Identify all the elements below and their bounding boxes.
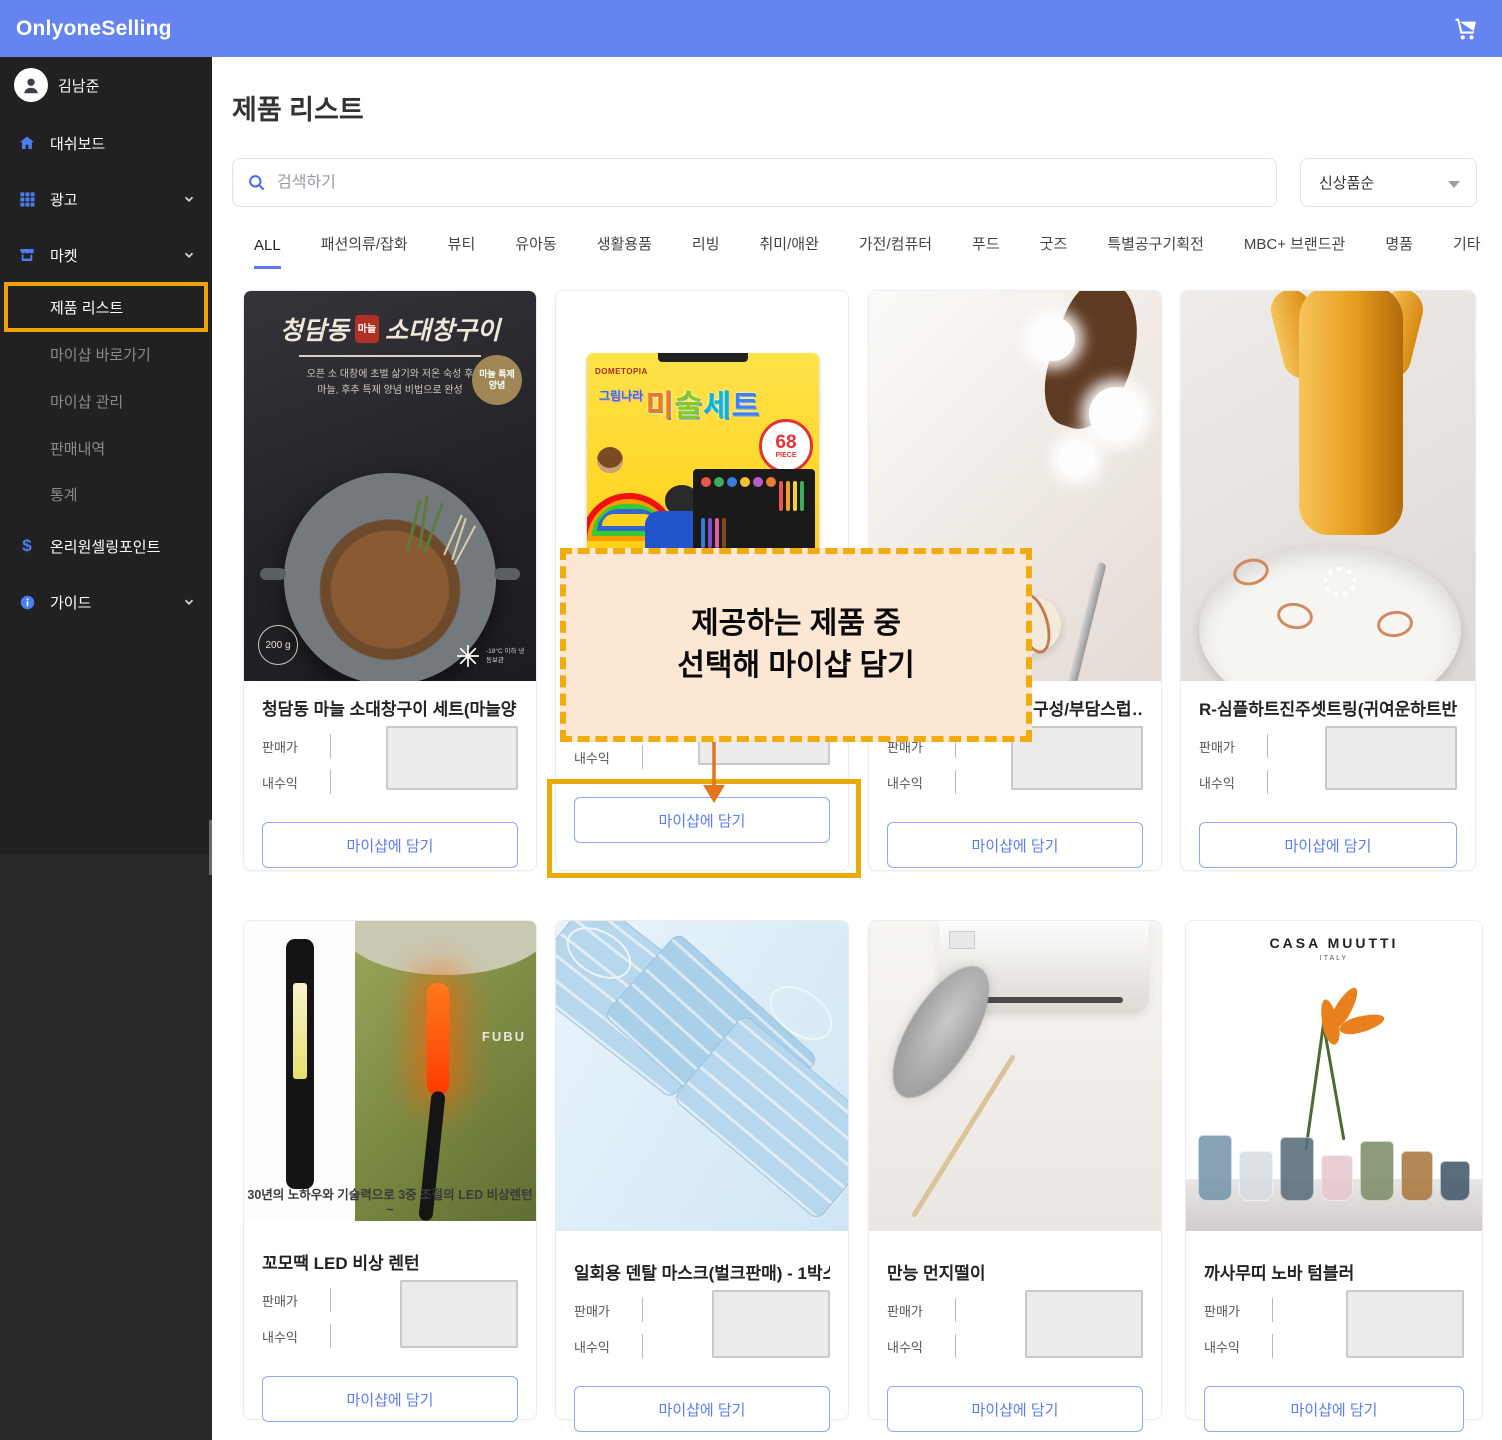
annotation-line: 제공하는 제품 중	[691, 603, 901, 645]
tab-electronics[interactable]: 가전/컴퓨터	[859, 233, 932, 269]
tab-luxury[interactable]: 명품	[1385, 233, 1413, 269]
tab-daily-goods[interactable]: 생활용품	[597, 233, 652, 269]
sidebar: 김남준 대쉬보드 광고 마켓 제품 리스트 마이샵 바로가기 마이샵 관리 판매…	[0, 57, 212, 1440]
price-block: 판매가 내수익	[262, 732, 518, 808]
sidebar-item-stats[interactable]: 통계	[0, 479, 212, 509]
tab-special-deal[interactable]: 특별공구기획전	[1107, 233, 1204, 269]
tab-all[interactable]: ALL	[254, 237, 281, 269]
chevron-down-icon	[182, 192, 196, 206]
product-image	[869, 921, 1161, 1231]
product-card: R-심플하트진주셋트링(귀여운하트반… 판매가 내수익 마이샵에 담기	[1180, 290, 1476, 871]
app-root: OnlyoneSelling 김남준 대쉬보드 광고 마켓	[0, 0, 1502, 1440]
home-icon	[18, 134, 36, 152]
dollar-icon: $	[18, 537, 36, 555]
product-card: CASA MUUTTI ITALY 까사무띠 노바 텀블러 판매가 내수	[1185, 920, 1483, 1420]
sidebar-item-points[interactable]: $ 온리원셀링포인트	[0, 531, 212, 561]
price-block: 판매가 내수익	[1204, 1296, 1464, 1372]
info-icon	[18, 593, 36, 611]
add-to-myshop-button[interactable]: 마이샵에 담기	[574, 1386, 830, 1432]
add-to-myshop-button[interactable]: 마이샵에 담기	[262, 1376, 518, 1422]
product-card: FUBU 30년의 노하우와 기술력으로 3중 조절의 LED 비상렌턴~ 꼬모…	[243, 920, 537, 1420]
chevron-down-icon	[182, 595, 196, 609]
annotation-callout: 제공하는 제품 중 선택해 마이샵 담기	[560, 548, 1032, 742]
price-block: 판매가 내수익	[262, 1286, 518, 1362]
sidebar-item-myshop-manage[interactable]: 마이샵 관리	[0, 386, 212, 416]
chevron-down-icon	[182, 248, 196, 262]
snowflake-icon	[455, 643, 481, 669]
product-image: FUBU 30년의 노하우와 기술력으로 3중 조절의 LED 비상렌턴~	[244, 921, 536, 1221]
product-title: 청담동 마늘 소대창구이 세트(마늘양…	[262, 695, 518, 720]
add-to-myshop-button[interactable]: 마이샵에 담기	[1199, 822, 1457, 868]
sidebar-item-ads[interactable]: 광고	[0, 184, 212, 214]
price-block: 판매가 내수익	[1199, 732, 1457, 808]
product-title: R-심플하트진주셋트링(귀여운하트반…	[1199, 695, 1457, 720]
redacted-price	[1346, 1290, 1464, 1358]
price-block: 판매가 내수익	[887, 1296, 1143, 1372]
sidebar-item-guide[interactable]: 가이드	[0, 587, 212, 617]
product-title: 꼬모땍 LED 비상 렌턴	[262, 1249, 518, 1274]
add-to-myshop-button[interactable]: 마이샵에 담기	[1204, 1386, 1464, 1432]
avatar-icon	[14, 68, 48, 102]
search-box	[232, 158, 1277, 207]
sidebar-item-dashboard[interactable]: 대쉬보드	[0, 128, 212, 158]
tab-hobby-pet[interactable]: 취미/애완	[760, 233, 819, 269]
page-title: 제품 리스트	[232, 88, 364, 127]
tab-kids[interactable]: 유아동	[515, 233, 556, 269]
top-header: OnlyoneSelling	[0, 0, 1502, 57]
redacted-price	[1325, 726, 1457, 790]
product-card: 청담동 마늘 소대창구이 오픈 소 대창에 초벌 삶기와 저온 숙성 후 마늘,…	[243, 290, 537, 871]
image-caption: 30년의 노하우와 기술력으로 3중 조절의 LED 비상렌턴~	[244, 1184, 536, 1217]
redacted-price	[712, 1290, 830, 1358]
sidebar-item-product-list[interactable]: 제품 리스트	[0, 292, 212, 322]
product-card: 일회용 덴탈 마스크(벌크판매) - 1박스(2… 판매가 내수익 2 마이샵에…	[555, 920, 849, 1420]
user-name: 김남준	[58, 75, 99, 96]
tab-fashion-clothing[interactable]: 패션의류/잡화	[321, 233, 408, 269]
add-to-myshop-button[interactable]: 마이샵에 담기	[887, 1386, 1143, 1432]
brand-logo: OnlyoneSelling	[16, 17, 172, 41]
tab-beauty[interactable]: 뷰티	[448, 233, 476, 269]
cart-icon[interactable]	[1452, 14, 1480, 42]
sidebar-lower-panel	[0, 855, 212, 1440]
product-image	[556, 921, 848, 1231]
sort-dropdown[interactable]: 신상품순	[1300, 158, 1477, 207]
tab-etc[interactable]: 기타	[1453, 233, 1481, 269]
tab-goods[interactable]: 굿즈	[1040, 233, 1068, 269]
search-icon	[247, 173, 267, 193]
product-image: 청담동 마늘 소대창구이 오픈 소 대창에 초벌 삶기와 저온 숙성 후 마늘,…	[244, 291, 536, 681]
add-to-myshop-button[interactable]: 마이샵에 담기	[262, 822, 518, 868]
category-tabs: ALL 패션의류/잡화 뷰티 유아동 생활용품 리빙 취미/애완 가전/컴퓨터 …	[254, 233, 1481, 269]
price-block: 판매가 내수익	[887, 732, 1143, 808]
arrow-down-icon	[699, 741, 729, 805]
product-image	[1181, 291, 1475, 681]
caret-down-icon	[1448, 181, 1460, 188]
tab-mbc-brand[interactable]: MBC+ 브랜드관	[1244, 233, 1345, 269]
product-title: 까사무띠 노바 텀블러	[1204, 1259, 1464, 1284]
product-title: 만능 먼지떨이	[887, 1259, 1143, 1284]
store-icon	[18, 246, 36, 264]
tab-living[interactable]: 리빙	[692, 233, 720, 269]
add-to-myshop-button[interactable]: 마이샵에 담기	[887, 822, 1143, 868]
search-input[interactable]	[277, 174, 1177, 192]
redacted-price	[400, 1280, 518, 1348]
redacted-price	[386, 726, 518, 790]
redacted-price	[1025, 1290, 1143, 1358]
annotation-line: 선택해 마이샵 담기	[677, 645, 914, 687]
product-title: 일회용 덴탈 마스크(벌크판매) - 1박스(2…	[574, 1259, 830, 1284]
sidebar-item-market[interactable]: 마켓	[0, 240, 212, 270]
sidebar-item-sales-history[interactable]: 판매내역	[0, 433, 212, 463]
grid-icon	[18, 190, 36, 208]
sort-selected-value: 신상품순	[1319, 172, 1374, 193]
price-block: 판매가 내수익 2	[574, 1296, 830, 1372]
sidebar-scrollbar[interactable]	[209, 820, 212, 875]
product-card: 만능 먼지떨이 판매가 내수익 마이샵에 담기	[868, 920, 1162, 1420]
product-image: CASA MUUTTI ITALY	[1186, 921, 1482, 1231]
user-profile[interactable]: 김남준	[14, 68, 99, 102]
sidebar-item-myshop-shortcut[interactable]: 마이샵 바로가기	[0, 339, 212, 369]
tab-food[interactable]: 푸드	[972, 233, 1000, 269]
